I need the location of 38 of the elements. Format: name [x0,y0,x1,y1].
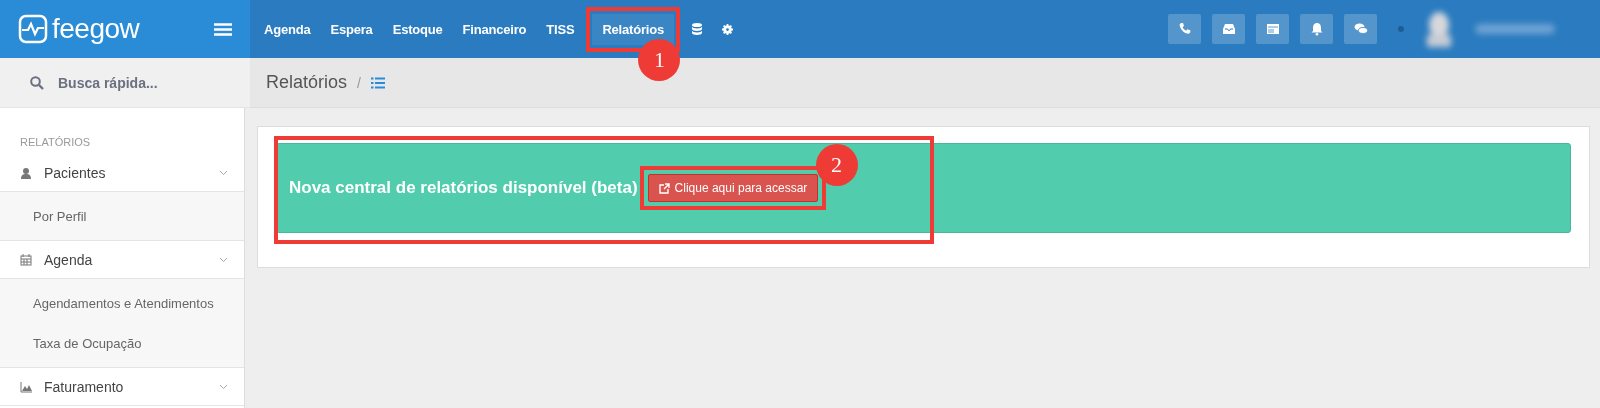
nav-item[interactable]: Relatórios [592,13,674,45]
card-icon[interactable] [1256,14,1289,44]
bell-icon[interactable] [1300,14,1333,44]
nav-item[interactable]: Agenda [254,13,321,45]
access-button[interactable]: Clique aqui para acessar [647,174,819,202]
user-icon [20,166,32,179]
nav-item[interactable]: Espera [320,13,383,45]
page-title: Relatórios [266,72,348,93]
chevron-icon [219,383,228,390]
logo-icon [18,14,48,44]
step-marker: 1 [638,38,681,81]
phone-icon[interactable] [1168,14,1201,44]
list-icon[interactable] [370,76,385,89]
calendar-icon [20,253,32,266]
breadcrumb-separator: / [357,74,361,91]
sidebar-item[interactable]: Faturamento [0,368,244,406]
nav-item[interactable]: TISS [536,13,585,45]
nav-item[interactable]: Financeiro [452,13,537,45]
step-marker: 2 [815,144,858,186]
avatar-icon[interactable] [1425,11,1453,47]
nav-item[interactable]: Estoque [382,13,453,45]
search-icon [30,75,44,90]
status-dot [1398,26,1404,32]
banner-text: Nova central de relatórios disponível (beta) [289,178,638,198]
inbox-icon[interactable] [1212,14,1245,44]
settings-icon[interactable] [722,23,733,35]
section-label: RELATÓRIOS [19,136,92,150]
sidebar-subitem[interactable]: Taxa de Ocupação [0,323,244,363]
chevron-icon [219,169,228,176]
sidebar-subitem[interactable]: Agendamentos e Atendimentos [0,283,244,323]
chat-icon[interactable] [1344,14,1377,44]
brand-name: feegow [52,13,140,45]
search-field[interactable]: Busca rápida... [56,73,240,92]
external-link-icon [658,182,670,194]
database-icon[interactable] [692,23,702,35]
chevron-icon [219,256,228,263]
menu-icon[interactable] [214,22,232,36]
area-chart-icon [20,380,32,393]
